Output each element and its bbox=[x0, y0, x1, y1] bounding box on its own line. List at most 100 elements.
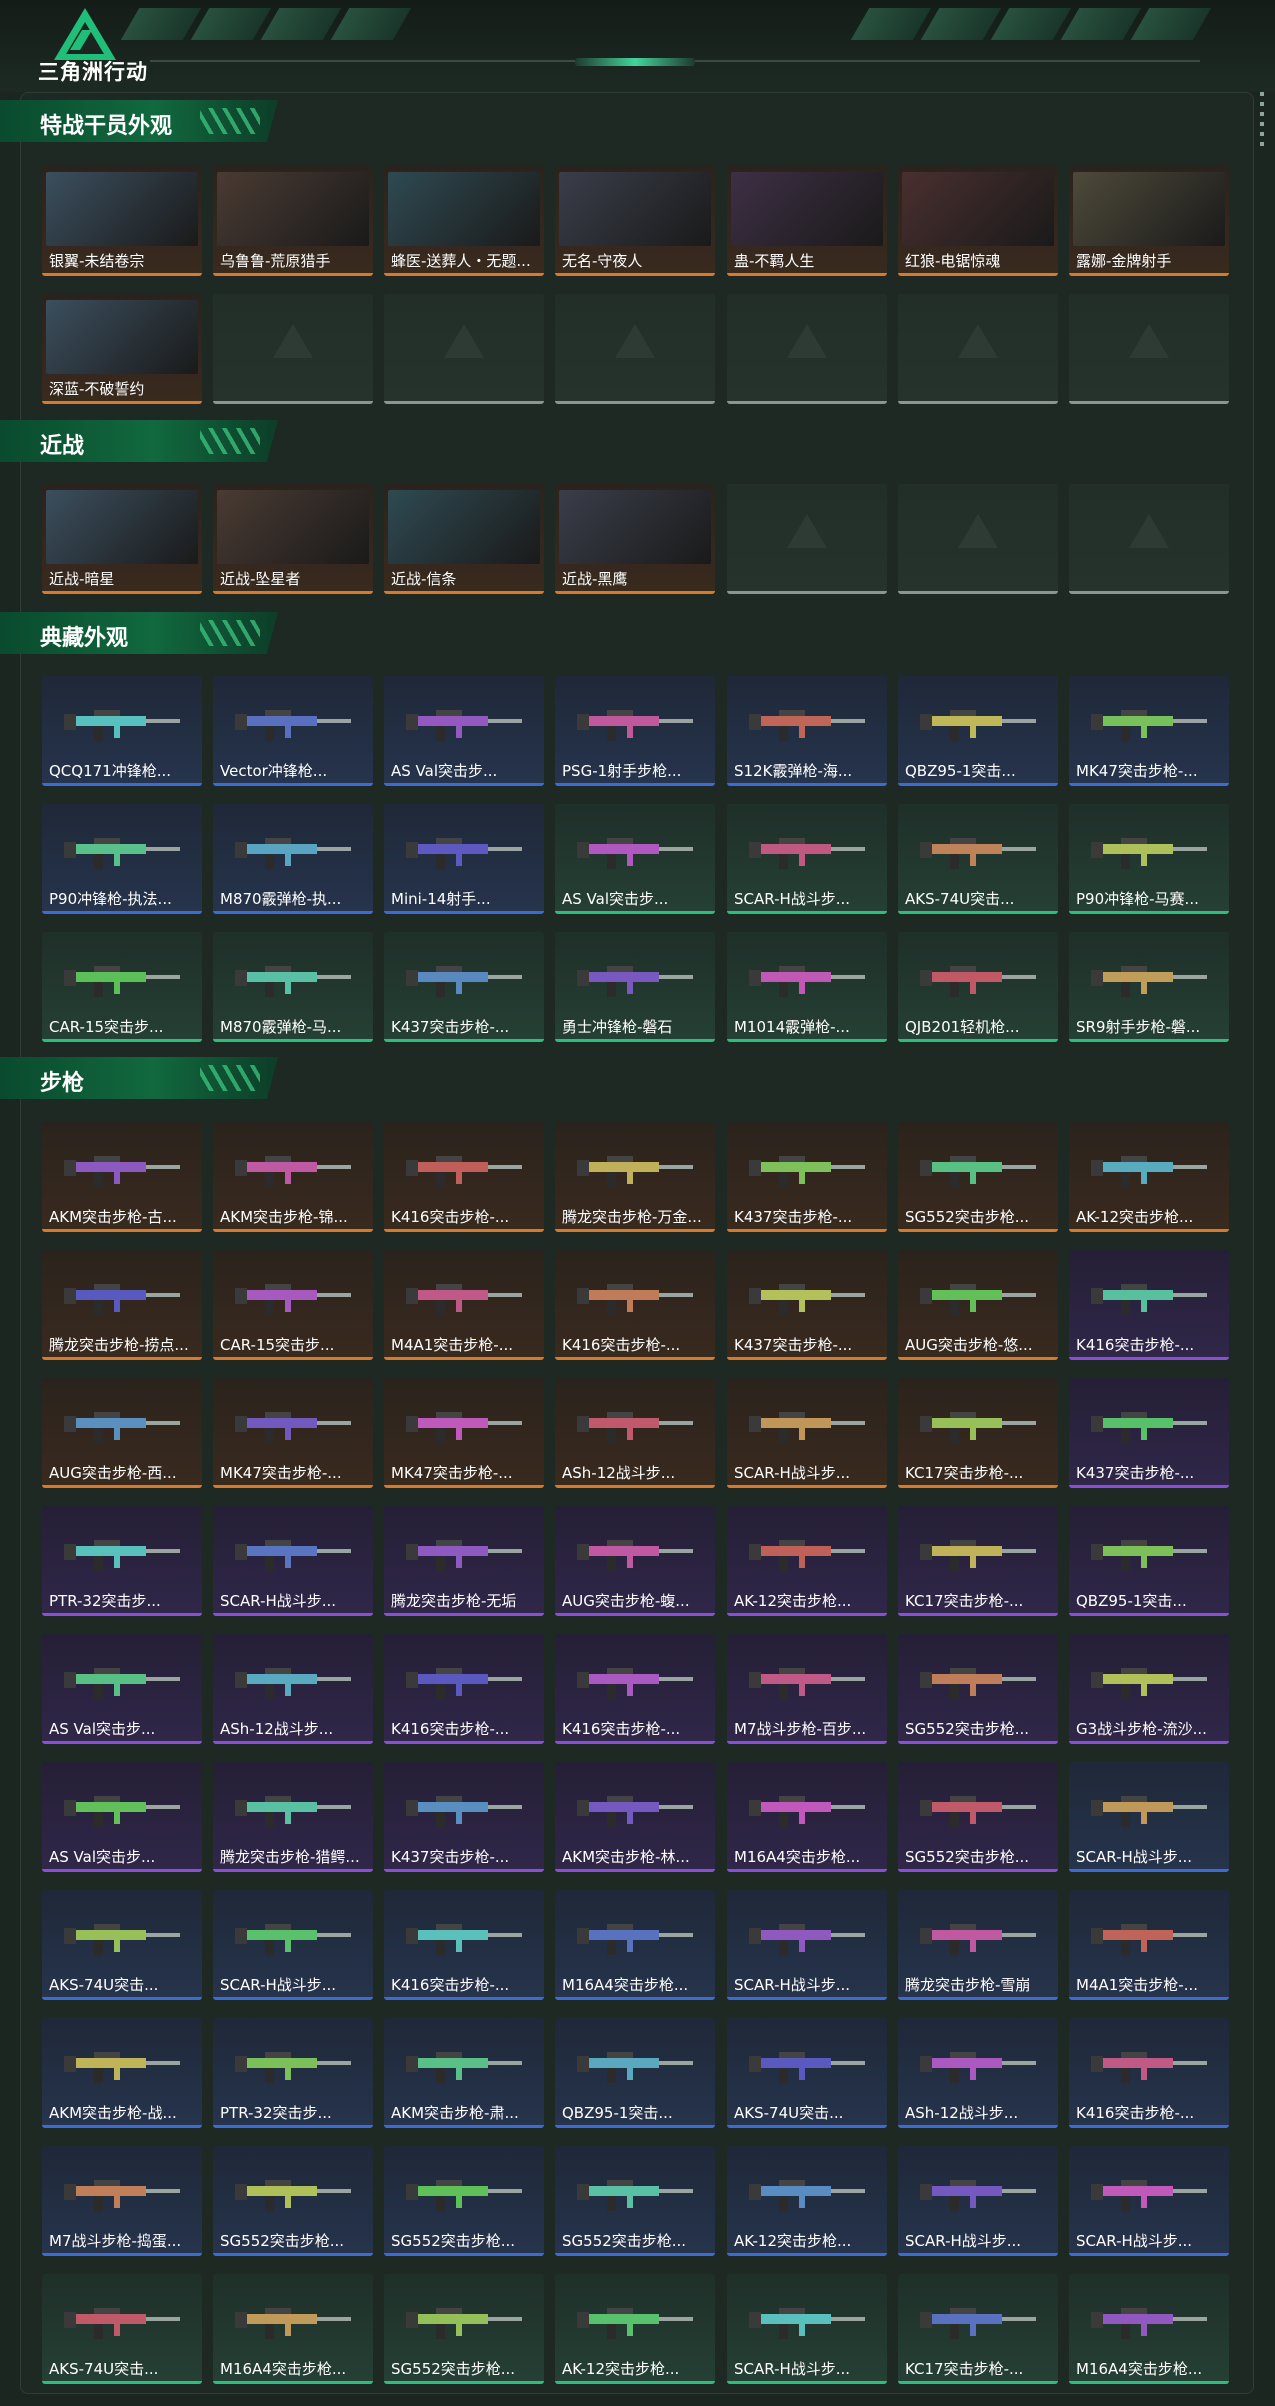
skin-card[interactable]: ASh-12战斗步... bbox=[898, 2018, 1058, 2128]
skin-card[interactable]: SCAR-H战斗步... bbox=[213, 1890, 373, 2000]
skin-card[interactable]: 腾龙突击步枪-捞点... bbox=[42, 1250, 202, 1360]
skin-card[interactable]: K437突击步枪-... bbox=[1069, 1378, 1229, 1488]
skin-card[interactable]: Vector冲锋枪... bbox=[213, 676, 373, 786]
skin-card[interactable]: AK-12突击步枪... bbox=[727, 2146, 887, 2256]
skin-card[interactable]: 腾龙突击步枪-万金... bbox=[555, 1122, 715, 1232]
skin-card[interactable]: KC17突击步枪-... bbox=[898, 1506, 1058, 1616]
skin-card[interactable]: 露娜-金牌射手 bbox=[1069, 166, 1229, 276]
skin-card[interactable]: SG552突击步枪... bbox=[213, 2146, 373, 2256]
skin-card[interactable]: AKM突击步枪-锦... bbox=[213, 1122, 373, 1232]
skin-card[interactable]: KC17突击步枪-... bbox=[898, 2274, 1058, 2384]
skin-card[interactable]: K437突击步枪-... bbox=[384, 932, 544, 1042]
skin-card[interactable]: AKS-74U突击... bbox=[42, 2274, 202, 2384]
skin-card[interactable]: M4A1突击步枪-... bbox=[384, 1250, 544, 1360]
skin-card[interactable]: QBZ95-1突击... bbox=[898, 676, 1058, 786]
skin-card[interactable]: M870霰弹枪-马... bbox=[213, 932, 373, 1042]
skin-card[interactable]: AS Val突击步... bbox=[384, 676, 544, 786]
skin-card[interactable]: M16A4突击步枪... bbox=[213, 2274, 373, 2384]
skin-card[interactable]: SCAR-H战斗步... bbox=[727, 1890, 887, 2000]
skin-card[interactable]: K416突击步枪-... bbox=[384, 1890, 544, 2000]
skin-card[interactable]: AS Val突击步... bbox=[42, 1762, 202, 1872]
skin-card[interactable]: AKS-74U突击... bbox=[898, 804, 1058, 914]
skin-card[interactable]: 深蓝-不破誓约 bbox=[42, 294, 202, 404]
skin-card[interactable]: 勇士冲锋枪-磐石 bbox=[555, 932, 715, 1042]
skin-card[interactable]: 腾龙突击步枪-猎鳄... bbox=[213, 1762, 373, 1872]
skin-card[interactable]: 腾龙突击步枪-雪崩 bbox=[898, 1890, 1058, 2000]
skin-card[interactable]: SR9射手步枪-磐... bbox=[1069, 932, 1229, 1042]
skin-card[interactable]: AUG突击步枪-西... bbox=[42, 1378, 202, 1488]
skin-card[interactable]: M1014霰弹枪-... bbox=[727, 932, 887, 1042]
skin-card[interactable]: PTR-32突击步... bbox=[213, 2018, 373, 2128]
skin-card[interactable]: 乌鲁鲁-荒原猎手 bbox=[213, 166, 373, 276]
skin-card[interactable]: SG552突击步枪... bbox=[898, 1762, 1058, 1872]
skin-card[interactable]: CAR-15突击步... bbox=[213, 1250, 373, 1360]
skin-card[interactable]: AKM突击步枪-战... bbox=[42, 2018, 202, 2128]
skin-card[interactable]: 腾龙突击步枪-无垢 bbox=[384, 1506, 544, 1616]
skin-card[interactable]: M16A4突击步枪... bbox=[555, 1890, 715, 2000]
skin-card[interactable]: CAR-15突击步... bbox=[42, 932, 202, 1042]
skin-card[interactable]: QBZ95-1突击... bbox=[555, 2018, 715, 2128]
skin-card[interactable]: QCQ171冲锋枪... bbox=[42, 676, 202, 786]
skin-card[interactable]: 蛊-不羁人生 bbox=[727, 166, 887, 276]
skin-card[interactable]: 银翼-未结卷宗 bbox=[42, 166, 202, 276]
skin-card[interactable]: K416突击步枪-... bbox=[555, 1250, 715, 1360]
skin-card[interactable]: AK-12突击步枪... bbox=[727, 1506, 887, 1616]
skin-card[interactable]: K437突击步枪-... bbox=[384, 1762, 544, 1872]
skin-card[interactable]: P90冲锋枪-执法... bbox=[42, 804, 202, 914]
skin-card[interactable]: K416突击步枪-... bbox=[1069, 2018, 1229, 2128]
skin-card[interactable]: MK47突击步枪-... bbox=[384, 1378, 544, 1488]
skin-card[interactable]: SCAR-H战斗步... bbox=[213, 1506, 373, 1616]
skin-card[interactable]: SG552突击步枪... bbox=[555, 2146, 715, 2256]
skin-card[interactable]: PSG-1射手步枪... bbox=[555, 676, 715, 786]
skin-card[interactable]: PTR-32突击步... bbox=[42, 1506, 202, 1616]
skin-card[interactable]: 近战-黑鹰 bbox=[555, 484, 715, 594]
skin-card[interactable]: AUG突击步枪-蝮... bbox=[555, 1506, 715, 1616]
skin-card[interactable]: QBZ95-1突击... bbox=[1069, 1506, 1229, 1616]
skin-card[interactable]: MK47突击步枪-... bbox=[1069, 676, 1229, 786]
skin-card[interactable]: AK-12突击步枪... bbox=[1069, 1122, 1229, 1232]
skin-card[interactable]: SCAR-H战斗步... bbox=[727, 2274, 887, 2384]
skin-card[interactable]: AKM突击步枪-林... bbox=[555, 1762, 715, 1872]
skin-card[interactable]: 近战-信条 bbox=[384, 484, 544, 594]
skin-card[interactable]: AK-12突击步枪... bbox=[555, 2274, 715, 2384]
skin-card[interactable]: SG552突击步枪... bbox=[384, 2146, 544, 2256]
skin-card[interactable]: ASh-12战斗步... bbox=[555, 1378, 715, 1488]
skin-card[interactable]: P90冲锋枪-马赛... bbox=[1069, 804, 1229, 914]
skin-card[interactable]: M16A4突击步枪... bbox=[1069, 2274, 1229, 2384]
skin-card[interactable]: QJB201轻机枪... bbox=[898, 932, 1058, 1042]
skin-card[interactable]: SG552突击步枪... bbox=[898, 1634, 1058, 1744]
skin-card[interactable]: K437突击步枪-... bbox=[727, 1122, 887, 1232]
skin-card[interactable]: 蜂医-送葬人・无题... bbox=[384, 166, 544, 276]
skin-card[interactable]: AKS-74U突击... bbox=[42, 1890, 202, 2000]
skin-card[interactable]: MK47突击步枪-... bbox=[213, 1378, 373, 1488]
skin-card[interactable]: SCAR-H战斗步... bbox=[727, 1378, 887, 1488]
skin-card[interactable]: K416突击步枪-... bbox=[555, 1634, 715, 1744]
skin-card[interactable]: SCAR-H战斗步... bbox=[727, 804, 887, 914]
skin-card[interactable]: SCAR-H战斗步... bbox=[1069, 1762, 1229, 1872]
skin-card[interactable]: KC17突击步枪-... bbox=[898, 1378, 1058, 1488]
skin-card[interactable]: SCAR-H战斗步... bbox=[1069, 2146, 1229, 2256]
skin-card[interactable]: G3战斗步枪-流沙... bbox=[1069, 1634, 1229, 1744]
skin-card[interactable]: K437突击步枪-... bbox=[727, 1250, 887, 1360]
skin-card[interactable]: AS Val突击步... bbox=[42, 1634, 202, 1744]
skin-card[interactable]: 近战-坠星者 bbox=[213, 484, 373, 594]
skin-card[interactable]: SG552突击步枪... bbox=[898, 1122, 1058, 1232]
skin-card[interactable]: M870霰弹枪-执... bbox=[213, 804, 373, 914]
skin-card[interactable]: 无名-守夜人 bbox=[555, 166, 715, 276]
skin-card[interactable]: SCAR-H战斗步... bbox=[898, 2146, 1058, 2256]
skin-card[interactable]: AUG突击步枪-悠... bbox=[898, 1250, 1058, 1360]
skin-card[interactable]: Mini-14射手... bbox=[384, 804, 544, 914]
skin-card[interactable]: AKS-74U突击... bbox=[727, 2018, 887, 2128]
skin-card[interactable]: K416突击步枪-... bbox=[384, 1122, 544, 1232]
skin-card[interactable]: 近战-暗星 bbox=[42, 484, 202, 594]
skin-card[interactable]: S12K霰弹枪-海... bbox=[727, 676, 887, 786]
skin-card[interactable]: 红狼-电锯惊魂 bbox=[898, 166, 1058, 276]
skin-card[interactable]: SG552突击步枪... bbox=[384, 2274, 544, 2384]
scrollbar[interactable] bbox=[1260, 92, 1264, 152]
skin-card[interactable]: M7战斗步枪-百步... bbox=[727, 1634, 887, 1744]
skin-card[interactable]: AKM突击步枪-肃... bbox=[384, 2018, 544, 2128]
skin-card[interactable]: AKM突击步枪-古... bbox=[42, 1122, 202, 1232]
skin-card[interactable]: K416突击步枪-... bbox=[384, 1634, 544, 1744]
skin-card[interactable]: M16A4突击步枪... bbox=[727, 1762, 887, 1872]
skin-card[interactable]: AS Val突击步... bbox=[555, 804, 715, 914]
